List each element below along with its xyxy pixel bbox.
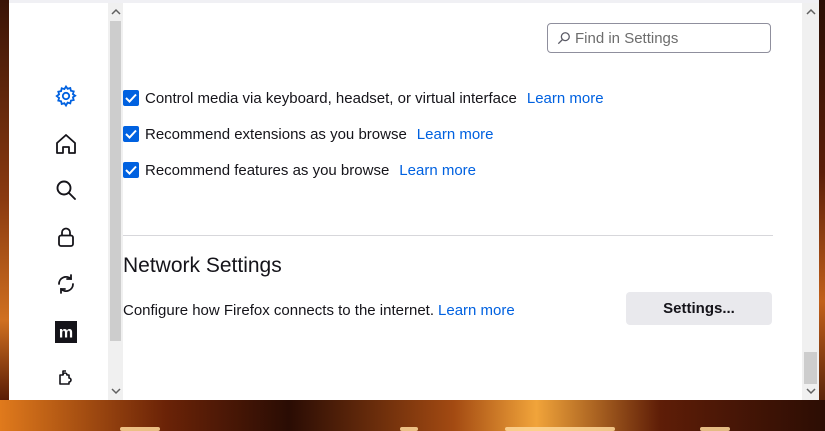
learn-more-link[interactable]: Learn more (417, 126, 494, 143)
network-settings-button[interactable]: Settings... (626, 292, 772, 325)
search-icon (557, 32, 570, 45)
home-icon[interactable] (53, 131, 79, 157)
lock-icon[interactable] (53, 224, 79, 250)
wallpaper-bottom-strip (0, 400, 825, 431)
sidebar-scrollbar[interactable] (108, 3, 123, 400)
search-placeholder: Find in Settings (575, 29, 679, 47)
content-scroll-thumb[interactable] (804, 352, 817, 384)
option-recommend-extensions[interactable]: Recommend extensions as you browse Learn… (123, 123, 494, 145)
learn-more-link[interactable]: Learn more (399, 162, 476, 179)
option-label: Recommend extensions as you browse (145, 125, 407, 143)
puzzle-icon[interactable] (53, 363, 79, 389)
network-description: Configure how Firefox connects to the in… (123, 301, 435, 319)
scroll-up-arrow[interactable] (803, 4, 818, 18)
option-label: Control media via keyboard, headset, or … (145, 89, 517, 107)
section-divider (123, 235, 773, 236)
mozilla-m-icon[interactable]: m (53, 319, 79, 345)
search-icon[interactable] (53, 177, 79, 203)
option-recommend-features[interactable]: Recommend features as you browse Learn m… (123, 159, 476, 181)
option-control-media[interactable]: Control media via keyboard, headset, or … (123, 87, 604, 109)
scroll-up-arrow[interactable] (108, 4, 123, 18)
option-label: Recommend features as you browse (145, 161, 390, 179)
learn-more-link[interactable]: Learn more (438, 302, 515, 319)
wallpaper-left-strip (0, 0, 9, 400)
network-description-row: Configure how Firefox connects to the in… (123, 299, 515, 321)
settings-content: Find in Settings Control media via keybo… (123, 3, 802, 400)
checkbox-control-media[interactable] (123, 90, 139, 106)
settings-sidebar: m (9, 3, 108, 400)
checkbox-recommend-extensions[interactable] (123, 126, 139, 142)
gear-icon[interactable] (53, 83, 79, 109)
sidebar-scroll-thumb[interactable] (110, 21, 121, 341)
sync-icon[interactable] (53, 271, 79, 297)
scroll-down-arrow[interactable] (108, 384, 123, 398)
network-settings-title: Network Settings (123, 254, 282, 277)
svg-text:m: m (59, 325, 73, 342)
checkbox-recommend-features[interactable] (123, 162, 139, 178)
learn-more-link[interactable]: Learn more (527, 90, 604, 107)
content-scrollbar[interactable] (802, 3, 819, 400)
firefox-settings-window: m Find in Settings Control media via key… (9, 0, 819, 400)
scroll-down-arrow[interactable] (803, 384, 818, 398)
search-input[interactable]: Find in Settings (547, 23, 771, 53)
